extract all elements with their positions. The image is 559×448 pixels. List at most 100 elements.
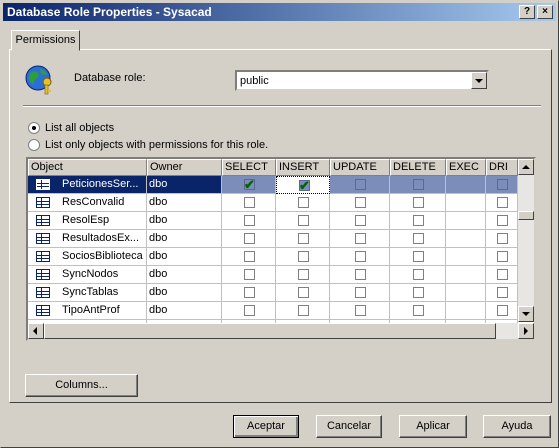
permission-checkbox-update[interactable] [355, 251, 366, 262]
cell-name[interactable]: TipoAntProf [28, 302, 147, 320]
permission-checkbox-dri[interactable] [497, 269, 508, 280]
column-header-update[interactable]: UPDATE [330, 159, 390, 176]
tab-permissions[interactable]: Permissions [11, 30, 80, 51]
object-name: TipoAntProf [62, 304, 120, 316]
cell-update [330, 212, 390, 230]
scroll-down-button[interactable] [518, 306, 534, 322]
permissions-grid[interactable]: Object Owner SELECT INSERT UPDATE DELETE EXEC D… [26, 157, 536, 341]
help-title-button[interactable]: ? [519, 5, 535, 19]
scroll-up-button[interactable] [518, 159, 534, 175]
cell-name[interactable]: SyncNodos [28, 266, 147, 284]
permission-checkbox-update[interactable] [355, 215, 366, 226]
permission-checkbox-dri[interactable] [497, 287, 508, 298]
permission-checkbox-update[interactable] [355, 233, 366, 244]
cell-name[interactable]: SyncTablas [28, 284, 147, 302]
cell-name[interactable]: PeticionesSer... [28, 176, 147, 194]
permission-checkbox-insert[interactable] [298, 305, 309, 316]
cell-exec [446, 176, 486, 194]
table-row[interactable]: SyncNodos dbo [28, 266, 518, 284]
permission-checkbox-delete[interactable] [413, 269, 424, 280]
permission-checkbox-delete[interactable] [413, 215, 424, 226]
permission-checkbox-select[interactable] [244, 176, 255, 193]
permission-checkbox-delete[interactable] [413, 197, 424, 208]
window-title: Database Role Properties - Sysacad [7, 5, 212, 19]
permission-checkbox-update[interactable] [355, 269, 366, 280]
vertical-scrollbar[interactable] [518, 159, 534, 322]
permission-checkbox-dri[interactable] [497, 251, 508, 262]
chevron-down-icon[interactable] [471, 72, 487, 89]
permission-checkbox-insert[interactable] [298, 251, 309, 262]
permission-checkbox-update[interactable] [355, 305, 366, 316]
scroll-left-button[interactable] [28, 323, 44, 339]
permission-checkbox-insert[interactable] [298, 269, 309, 280]
radio-list-all[interactable]: List all objects [28, 122, 114, 134]
cancel-button[interactable]: Cancelar [316, 415, 382, 438]
table-row[interactable]: ResConvalid dbo [28, 194, 518, 212]
cell-name[interactable]: ResultadosEx... [28, 230, 147, 248]
column-header-name[interactable]: Object [28, 159, 147, 176]
permission-checkbox-insert[interactable] [298, 197, 309, 208]
database-role-select[interactable]: public [235, 70, 489, 91]
column-header-owner[interactable]: Owner [147, 159, 222, 176]
permission-checkbox-dri[interactable] [497, 305, 508, 316]
permission-checkbox-dri[interactable] [497, 233, 508, 244]
object-owner: dbo [149, 196, 168, 208]
table-row[interactable]: TipoAntProf dbo [28, 302, 518, 320]
cell-select [222, 176, 276, 194]
cell-update [330, 284, 390, 302]
cell-name[interactable]: ResolEsp [28, 212, 147, 230]
permission-checkbox-update[interactable] [355, 287, 366, 298]
table-row[interactable]: SyncTablas dbo [28, 284, 518, 302]
table-row[interactable]: PeticionesSer... dbo [28, 176, 518, 194]
cell-delete [390, 266, 446, 284]
permission-checkbox-update[interactable] [355, 179, 366, 190]
help-button[interactable]: Ayuda [483, 415, 551, 438]
radio-list-permitted[interactable]: List only objects with permissions for t… [28, 139, 268, 151]
separator [23, 105, 541, 107]
cell-dri [486, 248, 518, 266]
permission-checkbox-select[interactable] [244, 251, 255, 262]
table-row[interactable]: SociosBiblioteca dbo [28, 248, 518, 266]
permission-checkbox-dri[interactable] [497, 197, 508, 208]
cell-name[interactable]: ResConvalid [28, 194, 147, 212]
permission-checkbox-select[interactable] [244, 287, 255, 298]
permission-checkbox-insert[interactable] [299, 177, 310, 193]
radio-list-all-button[interactable] [28, 122, 40, 134]
radio-list-permitted-button[interactable] [28, 139, 40, 151]
permission-checkbox-delete[interactable] [413, 233, 424, 244]
ok-button[interactable]: Aceptar [233, 415, 299, 438]
scroll-thumb[interactable] [518, 211, 534, 220]
permission-checkbox-select[interactable] [244, 305, 255, 316]
table-row[interactable]: ResultadosEx... dbo [28, 230, 518, 248]
horizontal-scrollbar[interactable] [28, 323, 534, 339]
cell-dri [486, 212, 518, 230]
permission-checkbox-select[interactable] [244, 197, 255, 208]
permission-checkbox-insert[interactable] [298, 215, 309, 226]
column-header-dri[interactable]: DRI [486, 159, 518, 176]
permission-checkbox-update[interactable] [355, 197, 366, 208]
permission-checkbox-delete[interactable] [413, 179, 424, 190]
close-title-button[interactable]: × [537, 5, 553, 19]
cell-name[interactable]: SociosBiblioteca [28, 248, 147, 266]
horizontal-scroll-thumb[interactable] [44, 323, 496, 339]
column-header-delete[interactable]: DELETE [390, 159, 446, 176]
permission-checkbox-select[interactable] [244, 269, 255, 280]
permission-checkbox-insert[interactable] [298, 233, 309, 244]
permission-checkbox-delete[interactable] [413, 305, 424, 316]
scroll-right-button[interactable] [518, 323, 534, 339]
permission-checkbox-select[interactable] [244, 215, 255, 226]
object-owner: dbo [149, 268, 168, 280]
permission-checkbox-dri[interactable] [497, 215, 508, 226]
permission-checkbox-delete[interactable] [413, 287, 424, 298]
permission-checkbox-insert[interactable] [298, 287, 309, 298]
permission-checkbox-dri[interactable] [497, 179, 508, 190]
column-header-insert[interactable]: INSERT [276, 159, 330, 176]
column-header-exec[interactable]: EXEC [446, 159, 486, 176]
apply-button[interactable]: Aplicar [399, 415, 467, 438]
permission-checkbox-delete[interactable] [413, 251, 424, 262]
column-header-select[interactable]: SELECT [222, 159, 276, 176]
permission-checkbox-select[interactable] [244, 233, 255, 244]
table-row[interactable]: ResolEsp dbo [28, 212, 518, 230]
columns-button[interactable]: Columns... [25, 374, 138, 397]
object-owner: dbo [149, 214, 168, 226]
